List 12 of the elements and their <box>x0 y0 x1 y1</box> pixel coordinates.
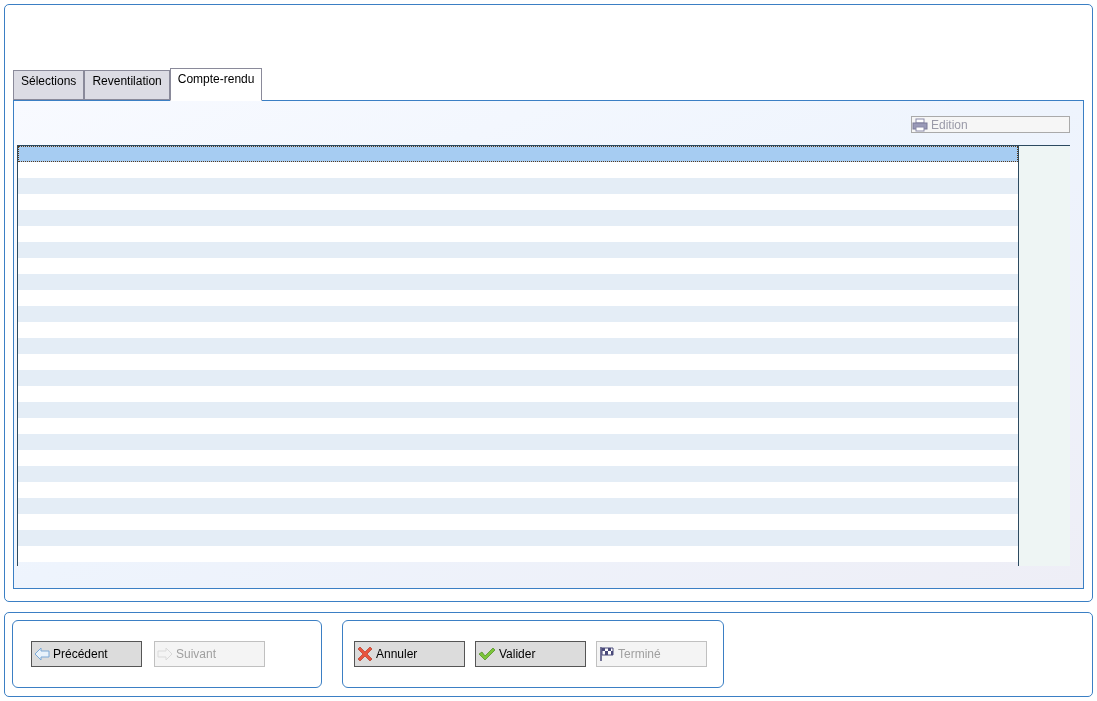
tab[interactable]: Reventilation <box>84 70 170 100</box>
left-arrow-icon <box>34 646 50 661</box>
flag-icon <box>599 645 615 662</box>
action-button[interactable]: Annuler <box>354 640 465 667</box>
action-button[interactable]: Valider <box>475 640 586 667</box>
check-icon <box>478 646 496 661</box>
printer-icon <box>912 117 928 132</box>
cross-icon <box>357 645 373 662</box>
right-arrow-icon <box>157 646 173 661</box>
action-button[interactable]: Précédent <box>31 640 142 667</box>
tab[interactable]: Sélections <box>13 70 85 100</box>
tab[interactable]: Compte-rendu <box>169 68 263 101</box>
